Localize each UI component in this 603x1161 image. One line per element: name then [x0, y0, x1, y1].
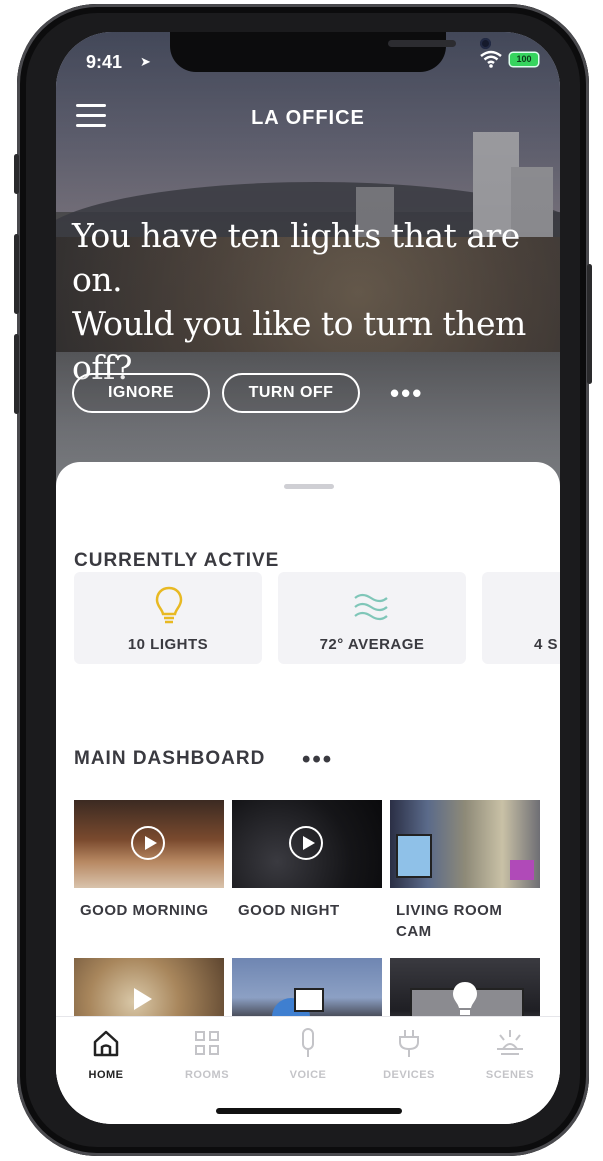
notch — [170, 32, 491, 72]
screen: 9:41 ➤ 100 LA OFFICE You have ten lights… — [56, 32, 560, 1124]
ignore-button[interactable]: IGNORE — [72, 373, 210, 413]
heat-waves-icon — [354, 593, 388, 621]
volume-up-button — [14, 234, 19, 314]
hero-message-line: Would you like to turn them — [72, 304, 526, 343]
page-title: LA OFFICE — [251, 107, 365, 129]
camera-tile-living-room[interactable]: LIVING ROOM CAM — [390, 800, 540, 950]
volume-down-button — [14, 334, 19, 414]
hero-message: You have ten lights that are on. Would y… — [72, 214, 552, 390]
play-icon — [134, 988, 152, 1010]
hero-banner: 9:41 ➤ 100 LA OFFICE You have ten lights… — [56, 32, 560, 502]
tab-label: ROOMS — [184, 1069, 230, 1081]
battery-level: 100 — [516, 54, 532, 64]
plug-icon — [399, 1030, 419, 1057]
good-morning-thumbnail — [74, 800, 224, 888]
main-dashboard-title: MAIN DASHBOARD — [74, 748, 266, 769]
scene-tile-good-night[interactable]: GOOD NIGHT — [232, 800, 382, 950]
tab-home[interactable]: HOME — [56, 1017, 156, 1097]
tab-rooms[interactable]: ROOMS — [157, 1017, 257, 1097]
tile-label: GOOD MORNING — [80, 902, 209, 919]
lightbulb-icon — [453, 982, 477, 1015]
active-card-partial[interactable]: 4 S — [482, 572, 560, 664]
more-options-button[interactable]: ••• — [390, 378, 423, 409]
home-icon — [93, 1030, 119, 1057]
screen-icon — [294, 988, 324, 1012]
dashboard-more-button[interactable]: ••• — [302, 746, 333, 774]
hero-message-line: You have ten lights that are on. — [72, 216, 520, 299]
tab-label: VOICE — [289, 1069, 327, 1081]
tile-label: LIVING ROOM CAM — [396, 902, 503, 940]
currently-active-title: CURRENTLY ACTIVE — [74, 550, 280, 571]
active-card-temperature[interactable]: 72° AVERAGE — [278, 572, 466, 664]
sheet-drag-handle[interactable] — [284, 484, 334, 489]
tab-label: SCENES — [485, 1069, 535, 1081]
active-label: 72° AVERAGE — [319, 636, 425, 653]
tab-label: HOME — [88, 1069, 124, 1081]
mute-switch — [14, 154, 19, 194]
front-camera — [480, 38, 491, 49]
sunrise-icon — [497, 1030, 523, 1055]
tab-scenes[interactable]: SCENES — [460, 1017, 560, 1097]
grid-icon — [195, 1031, 219, 1055]
location-arrow-icon: ➤ — [140, 54, 151, 69]
status-time: 9:41 — [86, 52, 123, 72]
lightbulb-icon — [155, 586, 183, 624]
scene-tile-good-morning[interactable]: GOOD MORNING — [74, 800, 224, 950]
speaker-grille — [388, 40, 456, 47]
play-icon — [131, 826, 165, 860]
tab-label: DEVICES — [383, 1069, 435, 1081]
active-label: 4 S — [534, 636, 559, 653]
play-icon — [289, 826, 323, 860]
tab-devices[interactable]: DEVICES — [359, 1017, 459, 1097]
wifi-icon — [480, 50, 502, 68]
battery-icon: 100 — [510, 53, 538, 66]
active-label: 10 LIGHTS — [127, 636, 209, 653]
home-indicator[interactable] — [216, 1108, 402, 1114]
living-room-cam-thumbnail — [390, 800, 540, 888]
turn-off-button[interactable]: TURN OFF — [222, 373, 360, 413]
tile-label: GOOD NIGHT — [238, 902, 340, 919]
good-night-thumbnail — [232, 800, 382, 888]
power-button — [587, 264, 592, 384]
tab-voice[interactable]: VOICE — [258, 1017, 358, 1097]
microphone-icon — [302, 1028, 314, 1057]
active-card-lights[interactable]: 10 LIGHTS — [74, 572, 262, 664]
